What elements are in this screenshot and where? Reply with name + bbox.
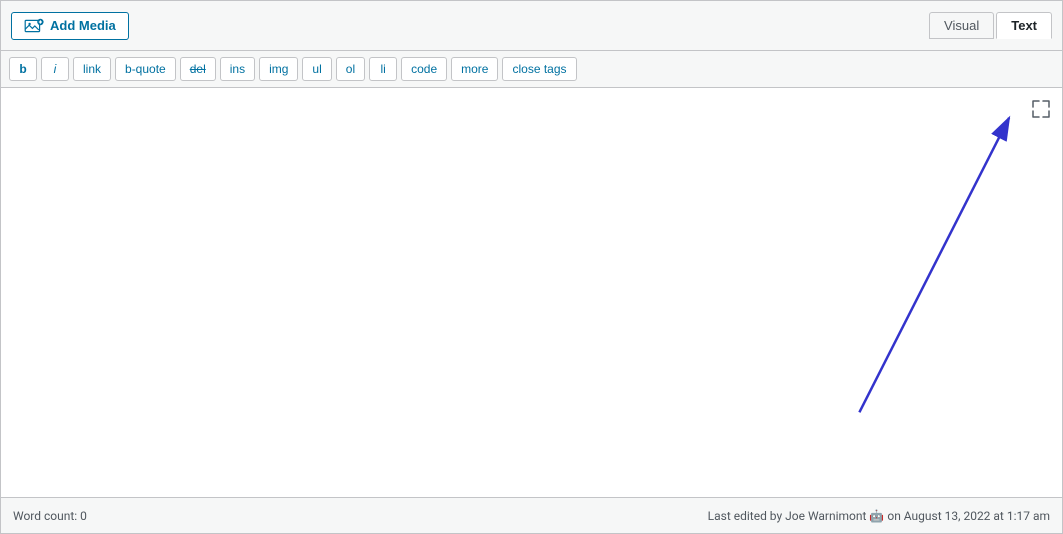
del-button[interactable]: del (180, 57, 216, 81)
toolbar: b i link b-quote del ins img ul ol li co… (1, 51, 1062, 88)
word-count: Word count: 0 (13, 509, 87, 523)
bold-button[interactable]: b (9, 57, 37, 81)
bquote-button[interactable]: b-quote (115, 57, 176, 81)
more-button[interactable]: more (451, 57, 498, 81)
code-button[interactable]: code (401, 57, 447, 81)
li-button[interactable]: li (369, 57, 397, 81)
add-media-icon (24, 18, 44, 34)
add-media-label: Add Media (50, 18, 116, 33)
fullscreen-icon (1032, 100, 1050, 118)
link-button[interactable]: link (73, 57, 111, 81)
italic-button[interactable]: i (41, 57, 69, 81)
text-tab[interactable]: Text (996, 12, 1052, 39)
ins-button[interactable]: ins (220, 57, 255, 81)
visual-tab[interactable]: Visual (929, 12, 994, 39)
editor-area (1, 88, 1062, 497)
status-bar: Word count: 0 Last edited by Joe Warnimo… (1, 497, 1062, 533)
ol-button[interactable]: ol (336, 57, 365, 81)
img-button[interactable]: img (259, 57, 298, 81)
fullscreen-button[interactable] (1028, 96, 1054, 122)
ul-button[interactable]: ul (302, 57, 331, 81)
last-edited: Last edited by Joe Warnimont 🤖 on August… (708, 509, 1050, 523)
top-bar: Add Media Visual Text (1, 1, 1062, 51)
editor-wrapper: Add Media Visual Text b i link b-quote d… (0, 0, 1063, 534)
view-tabs: Visual Text (929, 12, 1052, 39)
editor-textarea[interactable] (1, 88, 1062, 497)
add-media-button[interactable]: Add Media (11, 12, 129, 40)
close-tags-button[interactable]: close tags (502, 57, 576, 81)
